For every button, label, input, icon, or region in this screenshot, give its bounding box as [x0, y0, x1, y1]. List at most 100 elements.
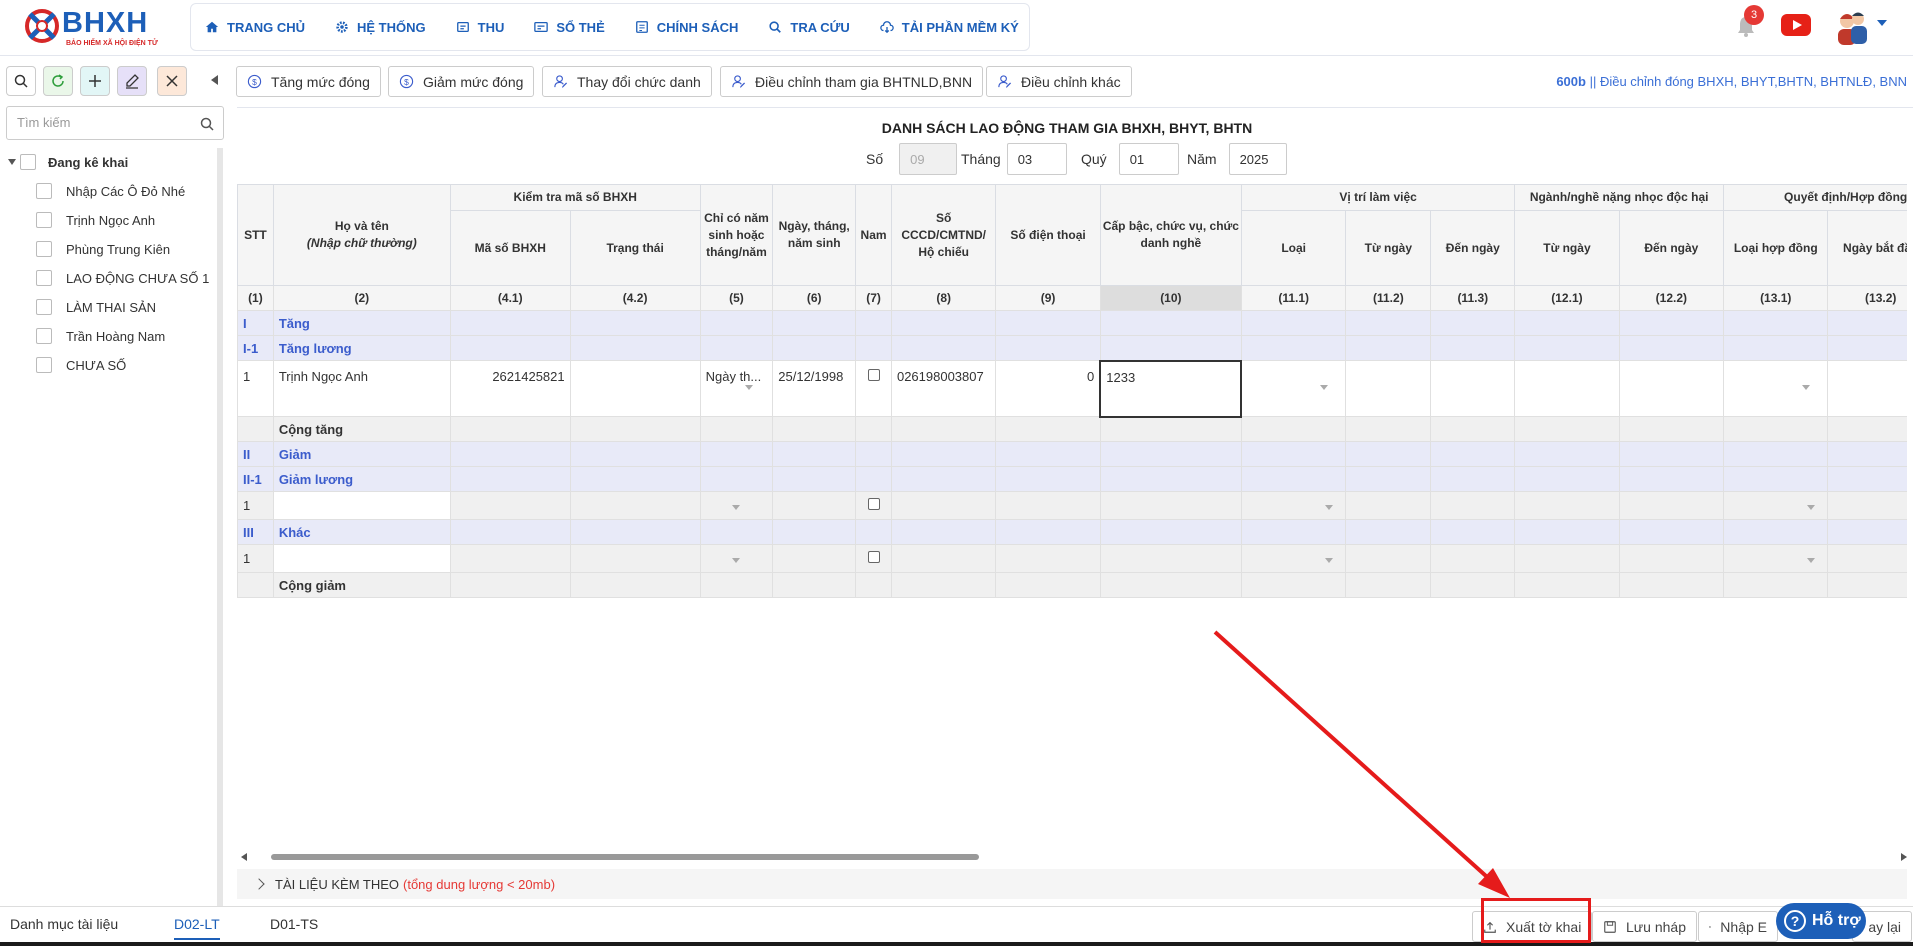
thay-doi-chuc-danh-label: Thay đổi chức danh	[577, 73, 701, 90]
tree-item-checkbox[interactable]	[36, 299, 52, 315]
tree-item[interactable]: Trịnh Ngọc Anh	[36, 206, 155, 234]
tree-item-checkbox[interactable]	[36, 241, 52, 257]
tree-item-checkbox[interactable]	[36, 328, 52, 344]
help-button[interactable]: ? Hỗ trợ	[1776, 903, 1866, 939]
chevron-down-icon[interactable]	[1325, 505, 1334, 510]
tree-item-checkbox[interactable]	[36, 270, 52, 286]
cell-vitri-tungay[interactable]	[1345, 360, 1432, 417]
chevron-down-icon[interactable]	[732, 558, 741, 563]
chevron-down-icon[interactable]	[744, 385, 753, 390]
thang-field[interactable]: 03	[1006, 143, 1067, 175]
search-tool-button[interactable]	[6, 66, 36, 96]
quy-field[interactable]: 01	[1118, 143, 1179, 175]
scroll-left-icon[interactable]	[241, 853, 247, 861]
tree-scrollbar[interactable]	[217, 148, 223, 906]
refresh-button[interactable]	[43, 66, 73, 96]
tab-d02-lt[interactable]: D02-LT	[174, 916, 220, 940]
nam-label: Năm	[1187, 151, 1217, 167]
nav-so-the[interactable]: SỔ THẺ	[534, 20, 605, 35]
chevron-down-icon[interactable]	[8, 159, 16, 165]
cell-stt[interactable]: 1	[237, 544, 274, 573]
dieu-chinh-tham-gia-button[interactable]: Điều chỉnh tham gia BHTNLD,BNN	[720, 66, 984, 97]
avatar[interactable]	[1832, 7, 1870, 45]
cell-hoten[interactable]	[272, 491, 451, 520]
cell-cccd[interactable]: 026198003807	[890, 360, 997, 417]
tab-danh-muc[interactable]: Danh mục tài liệu	[10, 916, 118, 932]
cell-hoten[interactable]	[272, 544, 451, 573]
attachments-section[interactable]: TÀI LIỆU KÈM THEO (tổng dung lượng < 20m…	[237, 869, 1907, 899]
cell-sdt[interactable]: 0	[995, 360, 1101, 417]
bhxh-logo[interactable]: BHXH BẢO HIỂM XÃ HỘI ĐIỆN TỬ	[22, 4, 172, 50]
cell-ngaybd[interactable]	[1827, 360, 1907, 417]
chevron-down-icon[interactable]	[732, 505, 741, 510]
tree-item[interactable]: Nhập Các Ô Đỏ Nhé	[36, 177, 185, 205]
cell-loaihd[interactable]	[1723, 360, 1829, 417]
chevron-down-icon[interactable]	[1807, 505, 1816, 510]
search-icon[interactable]	[199, 116, 215, 132]
table-horizontal-scrollbar[interactable]	[237, 852, 1907, 862]
tree-item[interactable]: LAO ĐỘNG CHƯA SỐ 1	[36, 264, 209, 292]
scroll-thumb[interactable]	[271, 854, 979, 860]
cell-capbac[interactable]: 1233	[1099, 359, 1243, 418]
col-num: (11.3)	[1430, 285, 1516, 311]
cell-vitri-denngay[interactable]	[1430, 360, 1516, 417]
tree-item-checkbox[interactable]	[36, 183, 52, 199]
dieu-chinh-khac-button[interactable]: Điều chỉnh khác	[986, 66, 1132, 97]
nam-field[interactable]: 2025	[1228, 143, 1287, 175]
cell-loai[interactable]	[1240, 360, 1347, 417]
collapse-panel-icon[interactable]	[211, 75, 218, 85]
section-code: I	[237, 310, 274, 336]
chevron-right-icon[interactable]	[253, 878, 265, 890]
delete-button[interactable]	[157, 66, 187, 96]
nav-system-label: HỆ THỐNG	[357, 19, 426, 35]
chevron-down-icon[interactable]	[1802, 385, 1811, 390]
nhap-excel-button[interactable]: Nhập E	[1698, 911, 1778, 942]
tab-d01-ts[interactable]: D01-TS	[270, 916, 318, 932]
nav-thu[interactable]: THU	[456, 20, 504, 35]
thay-doi-chuc-danh-button[interactable]: Thay đổi chức danh	[542, 66, 712, 97]
save-icon	[1604, 920, 1616, 933]
cell-nganh-denngay[interactable]	[1618, 360, 1725, 417]
nam-checkbox[interactable]	[867, 551, 880, 563]
scroll-right-icon[interactable]	[1901, 853, 1907, 861]
cell-chico[interactable]: Ngày th...	[699, 360, 774, 417]
luu-nhap-button[interactable]: Lưu nháp	[1592, 911, 1697, 942]
tree-item-checkbox[interactable]	[36, 357, 52, 373]
nav-tai-phan-mem[interactable]: TẢI PHẦN MỀM KÝ	[880, 20, 1019, 35]
cell-ngaysinh[interactable]: 25/12/1998	[772, 360, 857, 417]
nam-checkbox[interactable]	[867, 498, 880, 510]
tree-item[interactable]: Phùng Trung Kiên	[36, 235, 170, 263]
cell-maso[interactable]: 2621425821	[449, 360, 571, 417]
tang-muc-dong-button[interactable]: $ Tăng mức đóng	[236, 66, 381, 97]
chevron-down-icon[interactable]	[1807, 558, 1816, 563]
cell-hoten[interactable]: Trịnh Ngọc Anh	[272, 360, 451, 417]
add-button[interactable]	[80, 66, 110, 96]
cell-nganh-tungay[interactable]	[1514, 360, 1620, 417]
tree-item-checkbox[interactable]	[36, 212, 52, 228]
tree-root[interactable]: Đang kê khai	[8, 148, 128, 176]
nav-tra-cuu[interactable]: TRA CỨU	[768, 20, 850, 35]
section-code: III	[237, 519, 274, 545]
nam-checkbox[interactable]	[867, 369, 880, 381]
user-menu-caret-icon[interactable]	[1877, 20, 1887, 26]
tree-search-input[interactable]	[17, 115, 187, 130]
tree-item[interactable]: CHƯA SỐ	[36, 351, 126, 379]
nav-system[interactable]: HỆ THỐNG	[335, 20, 426, 35]
chevron-down-icon[interactable]	[1320, 385, 1329, 390]
nav-chinh-sach[interactable]: CHÍNH SÁCH	[635, 20, 738, 35]
section-label: Khác	[272, 519, 451, 545]
cell-stt[interactable]: 1	[237, 491, 274, 520]
nav-home[interactable]: TRANG CHỦ	[205, 20, 305, 35]
chevron-down-icon[interactable]	[1325, 558, 1334, 563]
tree-root-checkbox[interactable]	[20, 154, 36, 170]
close-icon	[166, 75, 178, 87]
youtube-icon[interactable]	[1781, 14, 1811, 36]
tree-item[interactable]: LÀM THAI SẢN	[36, 293, 156, 321]
giam-muc-dong-button[interactable]: $ Giảm mức đóng	[388, 66, 535, 97]
edit-button[interactable]	[117, 66, 147, 96]
col-num: (12.2)	[1618, 285, 1725, 311]
cell-stt[interactable]: 1	[237, 360, 274, 417]
dieu-chinh-tham-gia-label: Điều chỉnh tham gia BHTNLD,BNN	[755, 73, 973, 90]
col-vitri-denngay: Đến ngày	[1430, 210, 1516, 286]
tree-item[interactable]: Trần Hoàng Nam	[36, 322, 165, 350]
